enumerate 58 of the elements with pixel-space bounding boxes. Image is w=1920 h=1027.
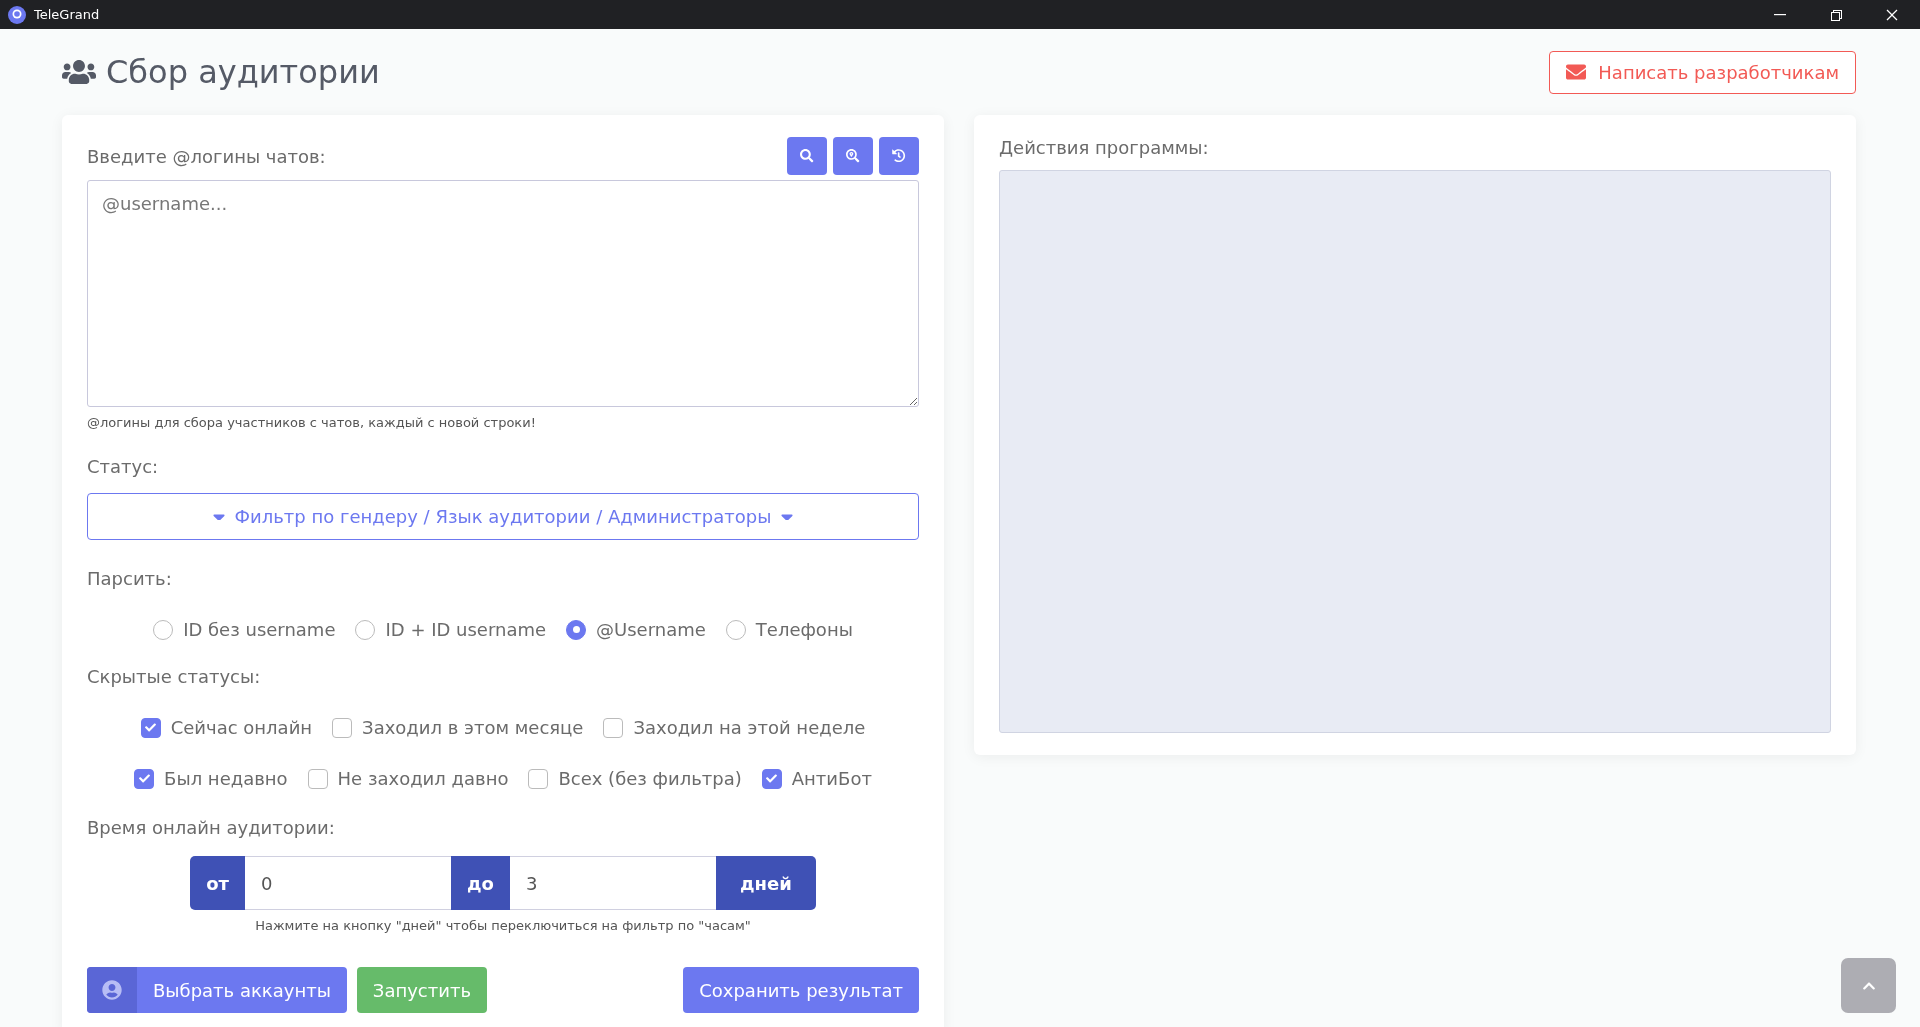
- radio-button[interactable]: [355, 619, 376, 640]
- search-button[interactable]: [787, 137, 827, 175]
- checkbox-option[interactable]: Не заходил давно: [307, 768, 509, 789]
- zoom-search-button[interactable]: [833, 137, 873, 175]
- radio-option[interactable]: ID + ID username: [355, 619, 547, 640]
- radio-option[interactable]: ID без username: [153, 619, 336, 640]
- field-label: Действия программы:: [999, 137, 1210, 158]
- radio-button[interactable]: [566, 619, 587, 640]
- window-title: TeleGrand: [34, 7, 101, 22]
- radio-button[interactable]: [725, 619, 746, 640]
- checkbox[interactable]: [140, 717, 161, 738]
- check-icon: [145, 722, 157, 733]
- to-input[interactable]: 3: [509, 856, 716, 910]
- magnifier-icon: [846, 149, 860, 163]
- to-label: до: [451, 856, 510, 910]
- checkbox-option[interactable]: Сейчас онлайн: [140, 717, 313, 738]
- scroll-top-button[interactable]: [1841, 958, 1896, 1013]
- caret-icon: [212, 513, 225, 520]
- checkbox-option[interactable]: Заходил на этой неделе: [603, 717, 866, 738]
- field-label: Парсить:: [87, 568, 173, 589]
- caret-icon: [781, 513, 794, 520]
- checkbox[interactable]: [528, 768, 549, 789]
- history-button[interactable]: [879, 137, 919, 175]
- field-hint: @логины для сбора участников с чатов, каждый с новой строки!: [87, 415, 537, 430]
- history-icon: [892, 149, 906, 163]
- page-title: Сбор аудитории: [106, 53, 380, 91]
- check-icon: [766, 773, 778, 784]
- user-icon: [87, 967, 137, 1013]
- field-label: Скрытые статусы:: [87, 666, 262, 687]
- unit-button[interactable]: дней: [715, 856, 816, 910]
- contact-developers-button[interactable]: Написать разработчикам: [1549, 50, 1856, 94]
- field-hint: Нажмите на кнопку "дней" чтобы переключиться на фильтр по "часам": [254, 918, 752, 933]
- radio-option[interactable]: Телефоны: [725, 619, 853, 640]
- save-button[interactable]: Сохранить результат: [683, 967, 919, 1013]
- checkbox[interactable]: [332, 717, 353, 738]
- minimize-icon: [1774, 13, 1786, 16]
- checkbox-option[interactable]: Был недавно: [134, 768, 288, 789]
- app-logo-icon: [8, 5, 26, 24]
- search-icon: [800, 149, 814, 163]
- from-label: от: [190, 856, 246, 910]
- envelope-icon: [1566, 62, 1587, 82]
- field-label: Статус:: [87, 456, 160, 477]
- radio-button[interactable]: [153, 619, 174, 640]
- checkbox[interactable]: [603, 717, 624, 738]
- checkbox[interactable]: [307, 768, 328, 789]
- field-label: Введите @логины чатов:: [87, 145, 326, 167]
- checkbox-option[interactable]: АнтиБот: [761, 768, 872, 789]
- select-accounts-button[interactable]: Выбрать аккаунты: [87, 967, 347, 1013]
- checkbox-option[interactable]: Всех (без фильтра): [528, 768, 742, 789]
- filter-dropdown-button[interactable]: Фильтр по гендеру / Язык аудитории / Администраторы: [87, 493, 919, 540]
- chat-logins-field[interactable]: @username...: [87, 180, 919, 407]
- checkbox[interactable]: [761, 768, 782, 789]
- checkbox-option[interactable]: Заходил в этом месяце: [332, 717, 584, 738]
- check-icon: [138, 773, 150, 784]
- from-input[interactable]: 0: [245, 856, 452, 910]
- field-label: Время онлайн аудитории:: [87, 817, 336, 838]
- checkbox[interactable]: [134, 768, 155, 789]
- radio-option[interactable]: @Username: [566, 619, 706, 640]
